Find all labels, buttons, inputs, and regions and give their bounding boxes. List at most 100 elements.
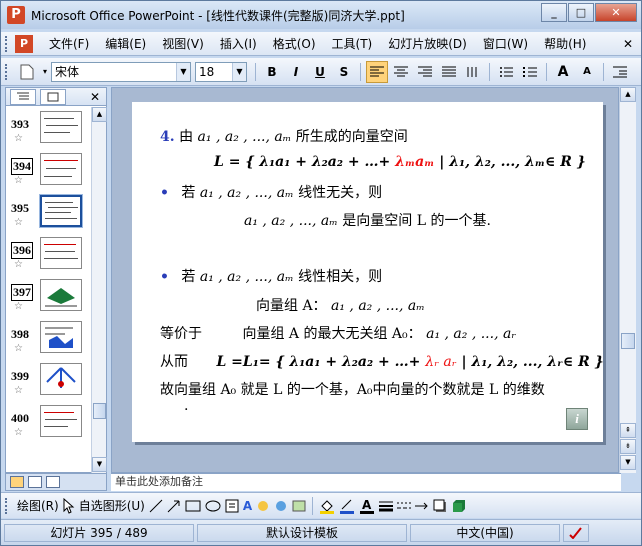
close-button[interactable]: ✕ <box>595 3 637 22</box>
font-color-icon[interactable]: A <box>359 495 375 517</box>
italic-button[interactable]: I <box>285 61 307 83</box>
rectangle-tool-icon[interactable] <box>185 495 201 517</box>
slide-line-4[interactable]: a₁ , a₂ , ..., aₘ 是向量空间 L 的一个基. <box>244 210 491 230</box>
chevron-down-icon[interactable]: ▼ <box>232 62 246 81</box>
slide-thumbnail[interactable]: 393 ☆ <box>6 107 90 149</box>
wordart-icon[interactable]: A <box>243 495 252 517</box>
select-pointer-icon[interactable] <box>63 495 75 517</box>
menu-view[interactable]: 视图(V) <box>154 35 212 52</box>
line-style-icon[interactable] <box>379 495 394 517</box>
chevron-down-icon[interactable]: ▾ <box>40 61 50 83</box>
line-tool-icon[interactable] <box>149 495 163 517</box>
toolbar-grip[interactable] <box>5 35 9 52</box>
menu-window[interactable]: 窗口(W) <box>475 35 536 52</box>
toolbar-grip[interactable] <box>5 497 9 514</box>
align-left-icon[interactable] <box>366 60 388 83</box>
slide-preview[interactable] <box>40 363 82 395</box>
menu-format[interactable]: 格式(O) <box>265 35 324 52</box>
slide-line-5[interactable]: • 若 a₁ , a₂ , ..., aₘ 线性相关，则 <box>160 266 382 286</box>
close-document-button[interactable]: ✕ <box>623 37 633 51</box>
editor-scrollbar[interactable]: ▲ ⇞ ⇟ ▼ <box>619 87 636 473</box>
arrow-tool-icon[interactable] <box>167 495 181 517</box>
textbox-tool-icon[interactable] <box>225 495 239 517</box>
slide-thumbnail-selected[interactable]: 395 ☆ <box>6 191 90 233</box>
numbered-list-icon[interactable] <box>495 61 517 83</box>
menu-tools[interactable]: 工具(T) <box>324 35 381 52</box>
menu-slideshow[interactable]: 幻灯片放映(D) <box>380 35 475 52</box>
slide-preview[interactable] <box>40 237 82 269</box>
info-icon[interactable]: i <box>566 408 588 430</box>
document-icon[interactable]: P <box>15 34 33 53</box>
scroll-up-icon[interactable]: ▲ <box>92 107 107 122</box>
slide-preview[interactable] <box>40 405 82 437</box>
shadow-button[interactable]: S <box>333 61 355 83</box>
notes-pane[interactable]: 单击此处添加备注 <box>111 473 621 491</box>
scroll-down-icon[interactable]: ▼ <box>92 457 107 472</box>
scroll-up-icon[interactable]: ▲ <box>620 87 636 102</box>
slide-preview[interactable] <box>40 153 82 185</box>
align-right-icon[interactable] <box>414 61 436 83</box>
slide-line-10[interactable]: . <box>184 398 188 414</box>
slide-line-8[interactable]: 从而 L =L₁= { λ₁a₁ + λ₂a₂ + …+ λᵣ aᵣ | λ₁,… <box>160 351 604 371</box>
autoshapes-menu-button[interactable]: 自选图形(U) <box>79 495 145 517</box>
slide-preview[interactable] <box>40 279 82 311</box>
slide-line-7[interactable]: 等价于 向量组 A 的最大无关组 A₀： a₁ , a₂ , ..., aᵣ <box>160 323 516 343</box>
3d-style-icon[interactable] <box>451 495 466 517</box>
distribute-icon[interactable] <box>438 61 460 83</box>
menu-help[interactable]: 帮助(H) <box>536 35 594 52</box>
close-pane-button[interactable]: ✕ <box>90 90 100 104</box>
slide-preview[interactable] <box>39 194 83 228</box>
normal-view-icon[interactable] <box>10 476 24 488</box>
slides-tab[interactable] <box>40 88 66 105</box>
bullet-list-icon[interactable] <box>519 61 541 83</box>
slide-thumbnail[interactable]: 397 ☆ <box>6 275 90 317</box>
maximize-button[interactable]: □ <box>568 3 594 22</box>
font-size-select[interactable]: 18 ▼ <box>195 61 247 82</box>
font-select[interactable]: 宋体 ▼ <box>51 61 191 82</box>
outline-tab[interactable] <box>10 88 36 105</box>
fill-color-icon[interactable] <box>319 495 335 517</box>
align-center-icon[interactable] <box>390 61 412 83</box>
slide-thumbnail[interactable]: 400 ☆ <box>6 401 90 443</box>
current-slide[interactable]: 4. 由 a₁ , a₂ , ..., aₘ 所生成的向量空间 L = { λ₁… <box>132 102 604 442</box>
diagram-icon[interactable] <box>256 495 270 517</box>
scrollbar-thumb[interactable] <box>621 333 635 349</box>
next-slide-icon[interactable]: ⇟ <box>620 439 636 454</box>
picture-icon[interactable] <box>292 495 306 517</box>
new-document-icon[interactable] <box>16 61 38 83</box>
slide-sorter-icon[interactable] <box>28 476 42 488</box>
menu-insert[interactable]: 插入(I) <box>212 35 265 52</box>
slide-line-2[interactable]: L = { λ₁a₁ + λ₂a₂ + …+ λₘaₘ | λ₁, λ₂, ..… <box>214 154 586 170</box>
clipart-icon[interactable] <box>274 495 288 517</box>
minimize-button[interactable]: _ <box>541 3 567 22</box>
indent-icon[interactable] <box>609 61 631 83</box>
decrease-font-button[interactable]: A <box>576 61 598 83</box>
arrow-style-icon[interactable] <box>415 495 429 517</box>
scrollbar-thumb[interactable] <box>93 403 106 419</box>
slide-thumbnail[interactable]: 399 ☆ <box>6 359 90 401</box>
spelling-icon[interactable] <box>563 523 589 542</box>
chevron-down-icon[interactable]: ▼ <box>176 62 190 81</box>
underline-button[interactable]: U <box>309 61 331 83</box>
powerpoint-icon[interactable]: P <box>7 6 25 24</box>
slide-line-1[interactable]: 4. 由 a₁ , a₂ , ..., aₘ 所生成的向量空间 <box>160 126 408 146</box>
scroll-down-icon[interactable]: ▼ <box>620 455 636 470</box>
slides-pane-scrollbar[interactable]: ▲ ▼ <box>91 107 107 473</box>
increase-font-button[interactable]: A <box>552 61 574 83</box>
dash-style-icon[interactable] <box>397 495 412 517</box>
slide-preview[interactable] <box>40 111 82 143</box>
bold-button[interactable]: B <box>261 61 283 83</box>
menu-edit[interactable]: 编辑(E) <box>97 35 154 52</box>
toolbar-grip[interactable] <box>5 63 9 80</box>
menu-file[interactable]: 文件(F) <box>41 35 97 52</box>
slide-preview[interactable] <box>40 321 82 353</box>
draw-menu-button[interactable]: 绘图(R) <box>17 495 59 517</box>
shadow-style-icon[interactable] <box>433 495 447 517</box>
slide-line-9[interactable]: 故向量组 A₀ 就是 L 的一个基，A₀中向量的个数就是 L 的维数 <box>160 379 545 399</box>
slideshow-icon[interactable] <box>46 476 60 488</box>
text-direction-icon[interactable] <box>462 61 484 83</box>
slide-thumbnail[interactable]: 396 ☆ <box>6 233 90 275</box>
line-color-icon[interactable] <box>339 495 355 517</box>
slide-line-3[interactable]: • 若 a₁ , a₂ , ..., aₘ 线性无关，则 <box>160 182 382 202</box>
slide-thumbnail[interactable]: 398 ☆ <box>6 317 90 359</box>
